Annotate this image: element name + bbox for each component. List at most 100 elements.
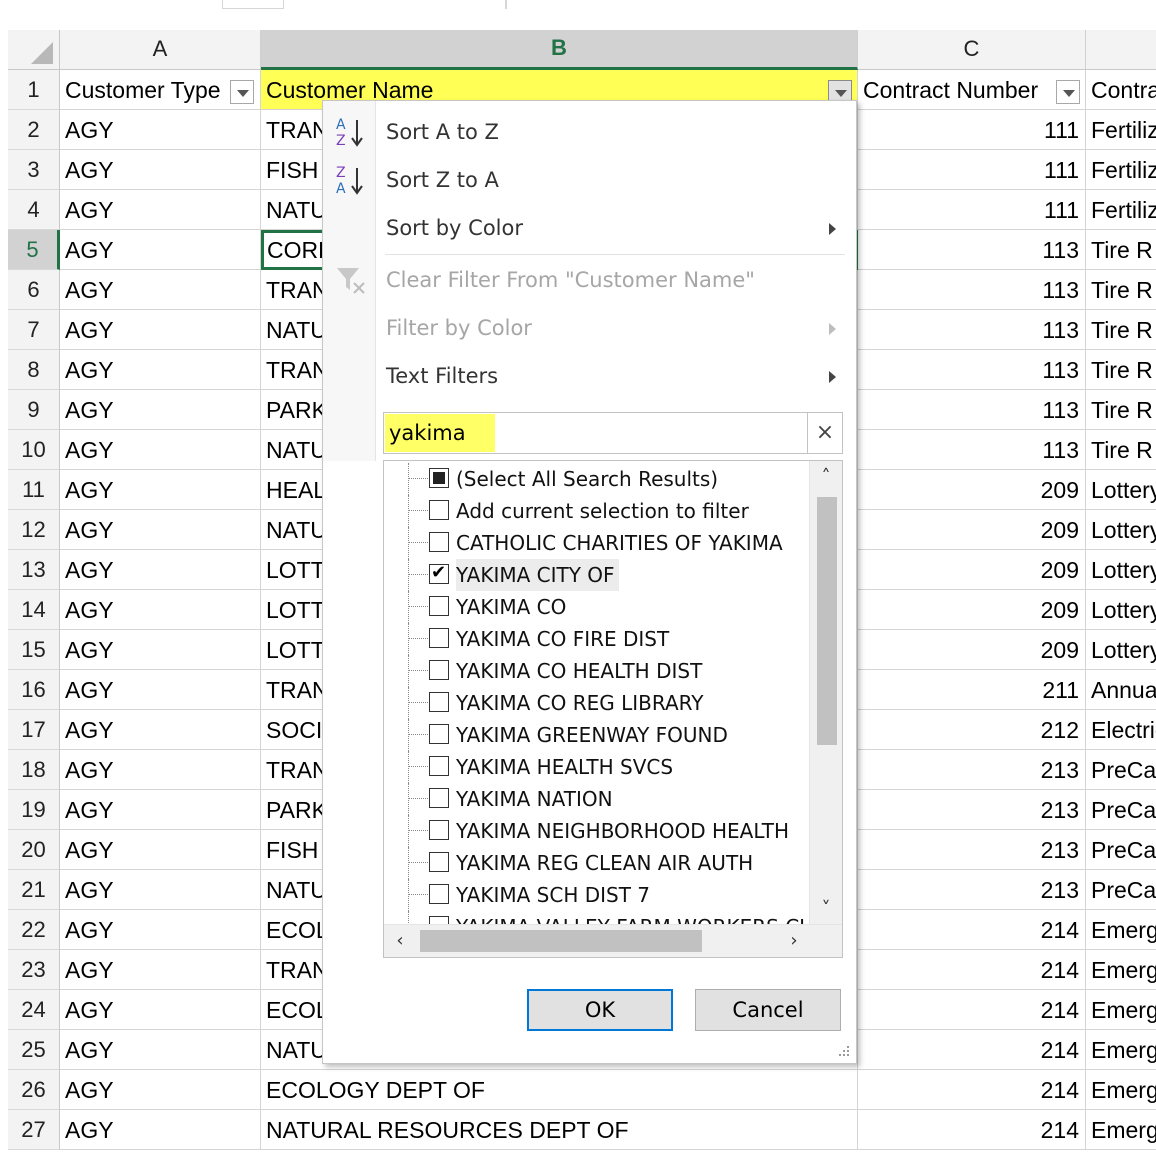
column-header-a[interactable]: A [60, 30, 261, 70]
cell-num[interactable]: 209 [858, 630, 1086, 670]
cell-num[interactable]: 111 [858, 190, 1086, 230]
cell-contract[interactable]: Lottery [1086, 630, 1156, 670]
cell-num[interactable]: 113 [858, 230, 1086, 270]
cell-contract[interactable]: Tire R [1086, 230, 1156, 270]
cell-type[interactable]: AGY [60, 1070, 261, 1110]
cell-contract[interactable]: Tire R [1086, 390, 1156, 430]
filter-list-item[interactable]: YAKIMA NATION [384, 783, 814, 815]
cell-num[interactable]: 211 [858, 670, 1086, 710]
row-header[interactable]: 15 [8, 630, 60, 670]
row-header[interactable]: 2 [8, 110, 60, 150]
column-header-c[interactable]: C [858, 30, 1086, 70]
row-header[interactable]: 10 [8, 430, 60, 470]
cell-contract[interactable]: PreCast [1086, 870, 1156, 910]
cell-contract[interactable]: Electric [1086, 710, 1156, 750]
filter-list-item[interactable]: Add current selection to filter [384, 495, 814, 527]
horizontal-scrollbar[interactable]: ‹ › [384, 924, 842, 957]
row-header[interactable]: 8 [8, 350, 60, 390]
row-header[interactable]: 20 [8, 830, 60, 870]
cell-type[interactable]: AGY [60, 1030, 261, 1070]
row-header[interactable]: 11 [8, 470, 60, 510]
row-header[interactable]: 1 [8, 70, 60, 110]
cell-contract[interactable]: PreCast [1086, 830, 1156, 870]
checkbox[interactable] [429, 852, 449, 872]
cell-num[interactable]: 213 [858, 750, 1086, 790]
search-input[interactable] [385, 414, 495, 452]
cell-num[interactable]: 214 [858, 950, 1086, 990]
checkbox[interactable] [429, 628, 449, 648]
cell-contract[interactable]: Lottery [1086, 510, 1156, 550]
cell-type[interactable]: AGY [60, 750, 261, 790]
row-header[interactable]: 27 [8, 1110, 60, 1150]
cell-num[interactable]: 213 [858, 830, 1086, 870]
cell-contract[interactable]: Fertilizer [1086, 190, 1156, 230]
menu-item-text-filters[interactable]: Text Filters [323, 353, 856, 399]
filter-list-item[interactable]: (Select All Search Results) [384, 463, 814, 495]
scroll-left-icon[interactable]: ‹ [384, 925, 416, 957]
cell-num[interactable]: 209 [858, 510, 1086, 550]
select-all-corner[interactable] [8, 30, 60, 70]
row-header[interactable]: 3 [8, 150, 60, 190]
row-header[interactable]: 23 [8, 950, 60, 990]
checkbox[interactable] [429, 820, 449, 840]
cell-type[interactable]: AGY [60, 430, 261, 470]
row-header[interactable]: 6 [8, 270, 60, 310]
cell-type[interactable]: AGY [60, 590, 261, 630]
checkbox[interactable] [429, 724, 449, 744]
cell-type[interactable]: AGY [60, 190, 261, 230]
cell-type[interactable]: AGY [60, 230, 261, 270]
cell-type[interactable]: AGY [60, 670, 261, 710]
filter-list-item[interactable]: YAKIMA NEIGHBORHOOD HEALTH [384, 815, 814, 847]
row-header[interactable]: 24 [8, 990, 60, 1030]
header-cell-contract-number[interactable]: Contract Number [858, 70, 1086, 110]
row-header[interactable]: 16 [8, 670, 60, 710]
filter-search-box[interactable]: × [383, 412, 843, 454]
cell-num[interactable]: 214 [858, 1030, 1086, 1070]
row-header[interactable]: 14 [8, 590, 60, 630]
row-header[interactable]: 25 [8, 1030, 60, 1070]
filter-list-item[interactable]: YAKIMA CO REG LIBRARY [384, 687, 814, 719]
filter-value-list[interactable]: (Select All Search Results) Add current s… [383, 460, 843, 958]
cell-name[interactable]: NATURAL RESOURCES DEPT OF [261, 1110, 858, 1150]
row-header[interactable]: 19 [8, 790, 60, 830]
cell-type[interactable]: AGY [60, 310, 261, 350]
cell-type[interactable]: AGY [60, 630, 261, 670]
checkbox[interactable] [429, 884, 449, 904]
cancel-button[interactable]: Cancel [695, 989, 841, 1031]
header-cell-contract[interactable]: Contract [1086, 70, 1156, 110]
cell-num[interactable]: 214 [858, 910, 1086, 950]
cell-num[interactable]: 209 [858, 550, 1086, 590]
cell-contract[interactable]: Emergency [1086, 990, 1156, 1030]
cell-num[interactable]: 113 [858, 390, 1086, 430]
cell-contract[interactable]: Emergency [1086, 910, 1156, 950]
cell-num[interactable]: 111 [858, 150, 1086, 190]
cell-num[interactable]: 212 [858, 710, 1086, 750]
cell-contract[interactable]: Emergency [1086, 1070, 1156, 1110]
cell-num[interactable]: 214 [858, 990, 1086, 1030]
row-header[interactable]: 12 [8, 510, 60, 550]
cell-num[interactable]: 214 [858, 1070, 1086, 1110]
column-header-b[interactable]: B [261, 30, 858, 70]
cell-num[interactable]: 209 [858, 470, 1086, 510]
filter-dropdown-button[interactable] [1056, 80, 1080, 104]
checkbox[interactable] [429, 562, 449, 584]
checkbox[interactable] [429, 788, 449, 808]
cell-type[interactable]: AGY [60, 550, 261, 590]
cell-contract[interactable]: Tire R [1086, 270, 1156, 310]
column-header-d[interactable] [1086, 30, 1156, 70]
cell-contract[interactable]: Tire R [1086, 430, 1156, 470]
cell-type[interactable]: AGY [60, 710, 261, 750]
row-header[interactable]: 17 [8, 710, 60, 750]
cell-type[interactable]: AGY [60, 470, 261, 510]
cell-num[interactable]: 113 [858, 430, 1086, 470]
filter-list-item[interactable]: YAKIMA GREENWAY FOUND [384, 719, 814, 751]
filter-list-item[interactable]: YAKIMA CO [384, 591, 814, 623]
cell-type[interactable]: AGY [60, 390, 261, 430]
menu-item-sort-z-to-a[interactable]: Z A Sort Z to A [323, 157, 856, 203]
scroll-thumb[interactable] [420, 930, 702, 952]
cell-contract[interactable]: PreCast [1086, 750, 1156, 790]
cell-type[interactable]: AGY [60, 910, 261, 950]
cell-num[interactable]: 213 [858, 790, 1086, 830]
resize-grip-icon[interactable] [838, 1045, 850, 1057]
row-header[interactable]: 18 [8, 750, 60, 790]
